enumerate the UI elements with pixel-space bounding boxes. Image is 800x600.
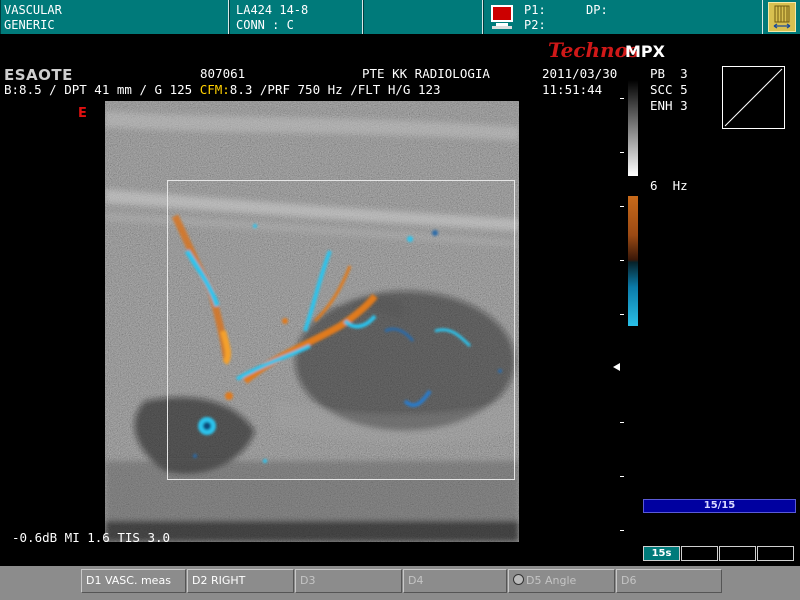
depth-tick [620,422,624,423]
cine-slot[interactable] [757,546,794,561]
depth-tick [620,152,624,153]
film-icon[interactable] [768,2,796,32]
cine-slot[interactable] [681,546,718,561]
depth-tick [620,206,624,207]
p2-label: P2: [524,18,546,32]
b-mode-params: B:8.5 / DPT 41 mm / G 125 [4,82,193,97]
knob-icon [513,574,524,585]
probe-cell[interactable]: LA424 14-8 CONN : C [229,0,363,34]
focus-arrow-icon[interactable] [613,363,620,371]
softkey-d2-right[interactable]: D2 RIGHT [187,569,294,593]
depth-tick [620,98,624,99]
color-doppler-map [628,196,638,326]
softkey-label: D3 [300,574,316,587]
empty-cell [363,0,483,34]
softkey-label: D2 RIGHT [192,574,246,587]
cfm-params: 8.3 /PRF 750 Hz /FLT H/G 123 [229,82,441,97]
depth-tick [620,476,624,477]
body-marker-icon[interactable] [722,66,785,129]
cine-duration-15s[interactable]: 15s [643,546,680,561]
depth-tick [620,260,624,261]
connector-label: CONN : C [236,18,294,32]
depth-tick [620,314,624,315]
softkey-d6[interactable]: D6 [616,569,722,593]
p1-label: P1: [524,3,546,17]
softkey-label: D4 [408,574,424,587]
scc-setting: SCC 5 [650,82,688,97]
mpx-logo: MPX [625,42,665,61]
institution: PTE KK RADIOLOGIA [362,66,490,81]
monitor-icon[interactable] [489,4,515,30]
probe-name: LA424 14-8 [236,3,309,17]
exam-cell[interactable]: VASCULAR GENERIC [0,0,229,34]
softkey-d5-angle[interactable]: D5 Angle [508,569,615,593]
cine-progress-bar[interactable]: 15/15 [643,499,796,513]
softkey-d4[interactable]: D4 [403,569,507,593]
softkey-bar: D1 VASC. meas D2 RIGHT D3 D4 D5 Angle D6 [0,566,800,600]
top-status-bar: VASCULAR GENERIC LA424 14-8 CONN : C P1:… [0,0,800,34]
cine-frame-count: 15/15 [703,500,736,511]
dp-label: DP: [586,3,608,17]
orientation-marker: E [78,106,87,121]
softkey-label: D1 VASC. meas [86,574,171,587]
softkey-d3[interactable]: D3 [295,569,402,593]
softkey-label: D5 Angle [526,574,577,587]
cine-slot[interactable] [719,546,756,561]
preset-name: GENERIC [4,18,55,32]
exam-date: 2011/03/30 [542,66,618,81]
softkey-label: D6 [621,574,637,587]
softkey-d1-vasc-meas[interactable]: D1 VASC. meas [81,569,186,593]
exam-time: 11:51:44 [542,82,603,97]
pb-setting: PB 3 [650,66,688,81]
doppler-scale: 6 Hz [650,178,688,193]
acoustic-output: -0.6dB MI 1.6 TIS 3.0 [12,530,171,545]
color-box-roi[interactable] [167,180,515,480]
cfm-label: CFM: [199,82,230,97]
depth-tick [620,530,624,531]
print-cell[interactable]: P1: P2: DP: [483,0,763,34]
patient-id: 807061 [200,66,246,81]
imaging-parameters: B:8.5 / DPT 41 mm / G 125 CFM:8.3 /PRF 7… [4,83,441,97]
enh-setting: ENH 3 [650,98,688,113]
grayscale-map [628,80,638,176]
app-name: VASCULAR [4,3,62,17]
